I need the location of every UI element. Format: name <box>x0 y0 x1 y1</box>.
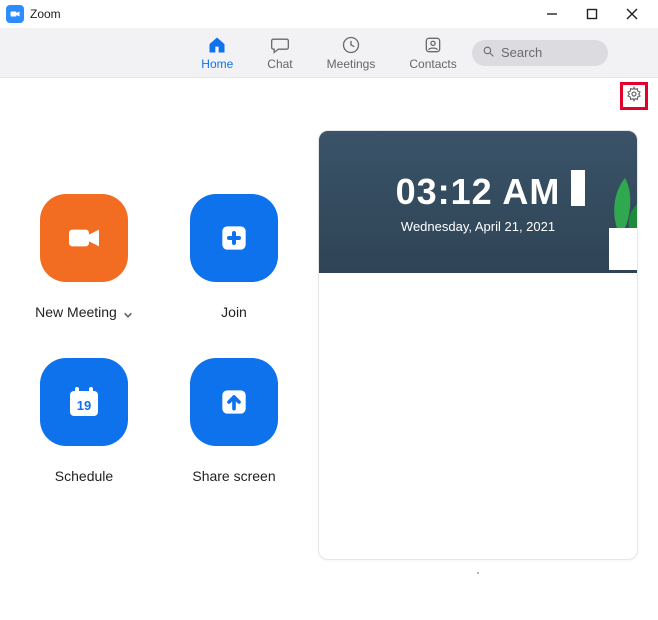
minimize-button[interactable] <box>532 0 572 28</box>
home-icon <box>206 35 228 55</box>
join-action[interactable]: Join <box>164 194 304 354</box>
schedule-action[interactable]: 19 Schedule <box>14 358 154 518</box>
close-button[interactable] <box>612 0 652 28</box>
nav-chat[interactable]: Chat <box>267 35 292 71</box>
search-input[interactable]: Search <box>472 40 608 66</box>
right-panel: 03:12 AM Wednesday, April 21, 2021 · <box>318 114 658 583</box>
new-meeting-label: New Meeting <box>35 304 117 320</box>
toolbar-row <box>0 78 658 114</box>
search-icon <box>482 45 495 61</box>
clock-icon <box>340 35 362 55</box>
nav-meetings-label: Meetings <box>327 57 376 71</box>
calendar-card: 03:12 AM Wednesday, April 21, 2021 <box>318 130 638 560</box>
nav-chat-label: Chat <box>267 57 292 71</box>
nav-home[interactable]: Home <box>201 35 233 71</box>
nav-home-label: Home <box>201 57 233 71</box>
nav-contacts[interactable]: Contacts <box>409 35 456 71</box>
scroll-indicator: · <box>468 562 488 583</box>
chevron-down-icon[interactable] <box>123 307 133 317</box>
action-grid: New Meeting Join 19 <box>0 114 318 583</box>
calendar-day: 19 <box>77 398 91 413</box>
gear-icon <box>626 86 642 107</box>
join-label: Join <box>221 304 247 320</box>
contacts-icon <box>422 35 444 55</box>
plant-illustration <box>571 170 637 273</box>
calendar-icon: 19 <box>40 358 128 446</box>
top-navbar: Home Chat Meetings Contacts Search <box>0 28 658 78</box>
share-icon <box>190 358 278 446</box>
nav-meetings[interactable]: Meetings <box>327 35 376 71</box>
search-placeholder: Search <box>501 45 542 60</box>
new-meeting-action[interactable]: New Meeting <box>14 194 154 354</box>
window-title: Zoom <box>30 7 61 21</box>
video-icon <box>40 194 128 282</box>
titlebar: Zoom <box>0 0 658 28</box>
share-screen-label: Share screen <box>192 468 275 484</box>
share-screen-action[interactable]: Share screen <box>164 358 304 518</box>
chat-icon <box>269 35 291 55</box>
clock-time: 03:12 AM <box>396 171 561 213</box>
schedule-label: Schedule <box>55 468 113 484</box>
plus-icon <box>190 194 278 282</box>
maximize-button[interactable] <box>572 0 612 28</box>
main-content: New Meeting Join 19 <box>0 114 658 583</box>
zoom-app-icon <box>6 5 24 23</box>
card-header: 03:12 AM Wednesday, April 21, 2021 <box>319 131 637 273</box>
nav-contacts-label: Contacts <box>409 57 456 71</box>
clock-date: Wednesday, April 21, 2021 <box>401 219 555 234</box>
settings-button[interactable] <box>620 82 648 110</box>
